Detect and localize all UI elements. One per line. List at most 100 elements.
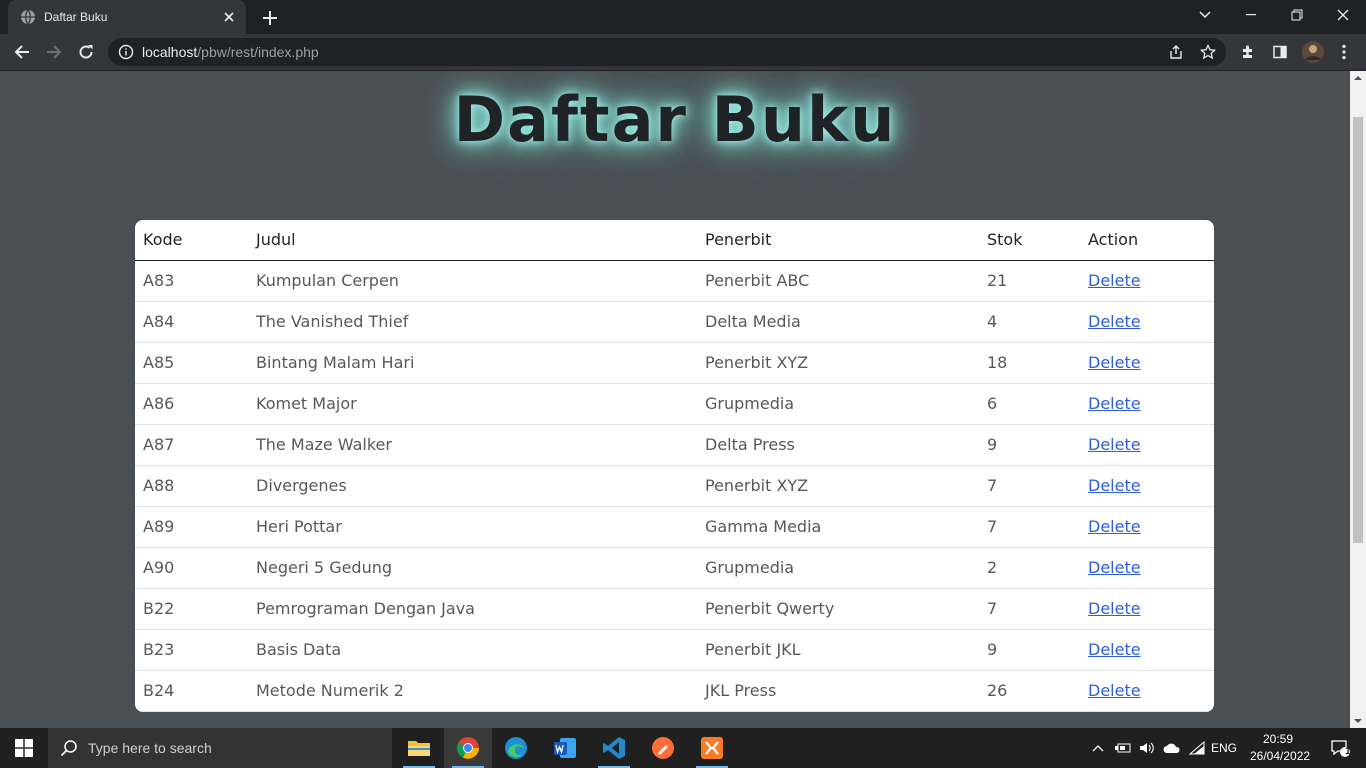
chrome-icon[interactable] (444, 728, 492, 768)
url-text: localhost/pbw/rest/index.php (142, 44, 319, 60)
volume-icon[interactable] (1136, 728, 1158, 768)
cell-judul: Bintang Malam Hari (247, 342, 697, 384)
address-bar[interactable]: localhost/pbw/rest/index.php (108, 38, 1226, 66)
delete-link[interactable]: Delete (1088, 271, 1141, 290)
books-table-card: Kode Judul Penerbit Stok Action A83 Kumpu… (135, 220, 1214, 712)
table-row: B23 Basis Data Penerbit JKL 9 Delete (135, 629, 1214, 671)
notification-count: 1 (1345, 746, 1351, 757)
new-tab-icon[interactable] (258, 6, 282, 30)
scroll-thumb[interactable] (1353, 117, 1363, 543)
cell-kode: B22 (135, 588, 247, 630)
cell-stok: 4 (979, 301, 1080, 343)
delete-link[interactable]: Delete (1088, 681, 1141, 700)
back-icon[interactable] (8, 38, 36, 66)
delete-link[interactable]: Delete (1088, 312, 1141, 331)
cell-kode: A83 (135, 260, 247, 302)
windows-start-icon[interactable] (0, 728, 48, 768)
clock-date: 26/04/2022 (1250, 749, 1311, 763)
xampp-icon[interactable] (688, 728, 736, 768)
reload-icon[interactable] (72, 38, 100, 66)
header-stok: Stok (979, 220, 1080, 261)
cell-judul: Metode Numerik 2 (247, 670, 697, 712)
network-icon[interactable] (1186, 728, 1208, 768)
delete-link[interactable]: Delete (1088, 353, 1141, 372)
forward-icon[interactable] (40, 38, 68, 66)
cell-penerbit: Penerbit Qwerty (697, 588, 979, 630)
books-table: Kode Judul Penerbit Stok Action A83 Kumpu… (135, 220, 1214, 712)
scroll-up-arrow-icon[interactable] (1354, 74, 1362, 82)
tab-search-icon[interactable] (1182, 0, 1228, 30)
close-tab-icon[interactable] (220, 8, 238, 26)
cell-action: Delete (1080, 670, 1214, 712)
profile-avatar[interactable] (1299, 38, 1327, 66)
cell-judul: The Maze Walker (247, 424, 697, 466)
taskbar-search-box[interactable]: Type here to search (48, 728, 392, 768)
cell-judul: Kumpulan Cerpen (247, 260, 697, 302)
cell-kode: A90 (135, 547, 247, 589)
cell-action: Delete (1080, 342, 1214, 384)
vscode-icon[interactable] (590, 728, 638, 768)
delete-link[interactable]: Delete (1088, 394, 1141, 413)
close-window-icon[interactable] (1320, 0, 1366, 30)
onedrive-icon[interactable] (1160, 728, 1184, 768)
notification-center-icon[interactable]: 1 (1320, 728, 1360, 768)
cell-action: Delete (1080, 424, 1214, 466)
file-explorer-icon[interactable] (395, 728, 443, 768)
table-row: A87 The Maze Walker Delta Press 9 Delete (135, 424, 1214, 466)
cell-penerbit: Delta Press (697, 424, 979, 466)
taskbar-clock[interactable]: 20:59 26/04/2022 (1250, 731, 1311, 765)
cell-action: Delete (1080, 588, 1214, 630)
delete-link[interactable]: Delete (1088, 476, 1141, 495)
delete-link[interactable]: Delete (1088, 558, 1141, 577)
cell-penerbit: Delta Media (697, 301, 979, 343)
delete-link[interactable]: Delete (1088, 435, 1141, 454)
cell-action: Delete (1080, 383, 1214, 425)
cell-judul: Basis Data (247, 629, 697, 671)
page-scrollbar[interactable] (1350, 71, 1366, 728)
cell-judul: Komet Major (247, 383, 697, 425)
table-row: A84 The Vanished Thief Delta Media 4 Delete (135, 301, 1214, 343)
menu-kebab-icon[interactable] (1330, 38, 1358, 66)
cell-action: Delete (1080, 629, 1214, 671)
postman-icon[interactable] (639, 728, 687, 768)
clock-time: 20:59 (1262, 732, 1294, 746)
delete-link[interactable]: Delete (1088, 599, 1141, 618)
language-indicator[interactable]: ENG (1210, 728, 1238, 768)
delete-link[interactable]: Delete (1088, 640, 1141, 659)
cell-stok: 7 (979, 588, 1080, 630)
cell-judul: The Vanished Thief (247, 301, 697, 343)
cell-stok: 21 (979, 260, 1080, 302)
cell-penerbit: Grupmedia (697, 383, 979, 425)
page-title: Daftar Buku (453, 83, 897, 156)
page-viewport: Daftar Buku Kode Judul Penerbit Stok Act… (0, 71, 1350, 728)
header-judul: Judul (247, 220, 697, 261)
globe-icon (21, 9, 35, 25)
cell-penerbit: Penerbit XYZ (697, 465, 979, 507)
battery-icon[interactable] (1112, 728, 1134, 768)
side-panel-icon[interactable] (1266, 38, 1294, 66)
edge-icon[interactable] (492, 728, 540, 768)
browser-tabstrip: Daftar Buku (0, 0, 1366, 34)
cell-stok: 26 (979, 670, 1080, 712)
cell-judul: Pemrograman Dengan Java (247, 588, 697, 630)
search-icon (60, 740, 77, 757)
site-info-icon[interactable] (118, 44, 134, 60)
restore-icon[interactable] (1274, 0, 1320, 30)
cell-action: Delete (1080, 547, 1214, 589)
minimize-icon[interactable] (1228, 0, 1274, 30)
delete-link[interactable]: Delete (1088, 517, 1141, 536)
url-host: localhost (142, 44, 198, 60)
cell-kode: A85 (135, 342, 247, 384)
word-icon[interactable] (541, 728, 589, 768)
cell-penerbit: JKL Press (697, 670, 979, 712)
cell-stok: 6 (979, 383, 1080, 425)
share-icon[interactable] (1162, 38, 1190, 66)
browser-tab[interactable]: Daftar Buku (8, 0, 246, 34)
extensions-icon[interactable] (1234, 38, 1262, 66)
cell-kode: A89 (135, 506, 247, 548)
cell-stok: 9 (979, 424, 1080, 466)
bookmark-star-icon[interactable] (1194, 38, 1222, 66)
scroll-down-arrow-icon[interactable] (1354, 717, 1362, 725)
header-penerbit: Penerbit (697, 220, 979, 261)
show-hidden-icons-icon[interactable] (1088, 728, 1108, 768)
